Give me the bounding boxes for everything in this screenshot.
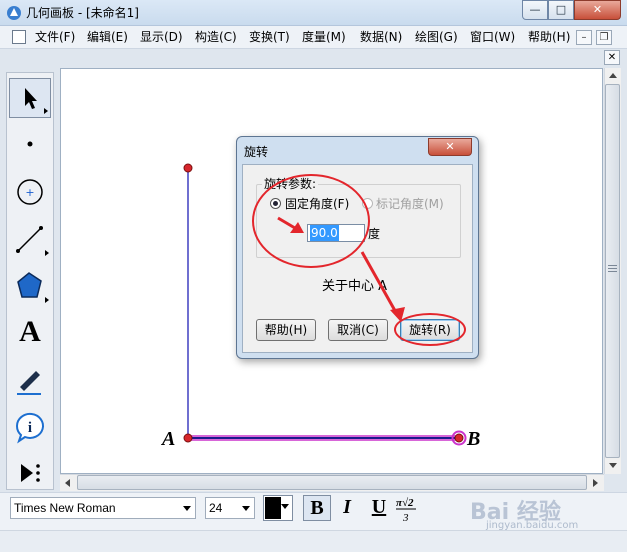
window-title: 几何画板 - [未命名1] bbox=[26, 6, 139, 20]
menu-data[interactable]: 数据(N) bbox=[360, 29, 402, 45]
horizontal-scroll-thumb[interactable] bbox=[77, 475, 587, 490]
doc-restore-button[interactable]: ❐ bbox=[596, 30, 612, 45]
minimize-button[interactable]: — bbox=[522, 0, 548, 20]
bold-button[interactable]: B bbox=[303, 495, 331, 521]
point-b-label: B bbox=[467, 428, 481, 450]
dialog-title: 旋转 bbox=[244, 145, 269, 159]
chevron-down-icon bbox=[242, 506, 250, 511]
font-size-value: 24 bbox=[209, 501, 223, 515]
menu-construct[interactable]: 构造(C) bbox=[195, 29, 237, 45]
doc-close-button[interactable]: ✕ bbox=[604, 50, 620, 65]
help-button[interactable]: 帮助(H) bbox=[256, 319, 316, 341]
font-name-select[interactable]: Times New Roman bbox=[10, 497, 196, 519]
menu-window[interactable]: 窗口(W) bbox=[470, 29, 515, 45]
doc-minimize-button[interactable]: – bbox=[576, 30, 592, 45]
scroll-up-arrow-icon[interactable] bbox=[609, 73, 617, 78]
app-icon bbox=[7, 6, 21, 20]
chevron-down-icon bbox=[281, 504, 289, 509]
status-bar bbox=[0, 530, 627, 552]
document-icon[interactable] bbox=[12, 30, 26, 44]
text-tool[interactable]: A bbox=[9, 312, 51, 352]
menu-display[interactable]: 显示(D) bbox=[140, 29, 183, 45]
segment-icon bbox=[16, 226, 43, 253]
watermark-url: jingyan.baidu.com bbox=[486, 520, 579, 531]
font-size-select[interactable]: 24 bbox=[205, 497, 255, 519]
circle-icon: + bbox=[17, 179, 43, 205]
underline-button[interactable]: U bbox=[365, 495, 393, 521]
information-tool[interactable]: i bbox=[9, 406, 51, 446]
text-color-picker[interactable] bbox=[263, 495, 293, 521]
marker-tool[interactable] bbox=[9, 360, 51, 400]
custom-tool[interactable] bbox=[9, 452, 51, 492]
scroll-left-arrow-icon[interactable] bbox=[65, 479, 70, 487]
color-swatch bbox=[265, 497, 281, 519]
menu-transform[interactable]: 变换(T) bbox=[249, 29, 290, 45]
point-tool[interactable] bbox=[9, 124, 51, 164]
svg-text:+: + bbox=[25, 186, 34, 199]
custom-tools-icon bbox=[21, 464, 40, 482]
annotation-ring-params bbox=[252, 174, 370, 268]
center-info-text: 关于中心 A bbox=[322, 279, 388, 294]
marker-pen-icon bbox=[17, 371, 41, 395]
arrow-select-tool[interactable] bbox=[9, 78, 51, 118]
chevron-down-icon bbox=[183, 506, 191, 511]
maximize-button[interactable]: □ bbox=[548, 0, 574, 20]
point-a-label: A bbox=[162, 428, 176, 450]
svg-text:i: i bbox=[28, 420, 32, 436]
scroll-down-arrow-icon[interactable] bbox=[609, 463, 617, 468]
compass-tool[interactable]: + bbox=[9, 172, 51, 212]
angle-unit-label: 度 bbox=[368, 227, 381, 241]
math-format-icon[interactable]: π√2 3 bbox=[394, 494, 420, 524]
straightedge-tool[interactable] bbox=[9, 219, 51, 259]
polygon-icon bbox=[17, 272, 42, 298]
menu-measure[interactable]: 度量(M) bbox=[302, 29, 346, 45]
font-name-value: Times New Roman bbox=[14, 501, 116, 515]
scroll-right-arrow-icon[interactable] bbox=[593, 479, 598, 487]
polygon-tool[interactable] bbox=[9, 266, 51, 306]
italic-button[interactable]: I bbox=[333, 495, 361, 521]
dialog-close-button[interactable]: ✕ bbox=[428, 138, 472, 156]
svg-text:3: 3 bbox=[402, 512, 409, 524]
radio-marked-angle-label[interactable]: 标记角度(M) bbox=[376, 196, 444, 212]
info-icon: i bbox=[15, 412, 44, 444]
menu-graph[interactable]: 绘图(G) bbox=[415, 29, 458, 45]
menu-help[interactable]: 帮助(H) bbox=[528, 29, 570, 45]
menu-edit[interactable]: 编辑(E) bbox=[87, 29, 128, 45]
annotation-ring-rotate bbox=[394, 313, 466, 346]
svg-text:π√2: π√2 bbox=[396, 497, 414, 509]
point-icon bbox=[27, 141, 33, 147]
menu-file[interactable]: 文件(F) bbox=[35, 29, 75, 45]
cancel-button[interactable]: 取消(C) bbox=[328, 319, 388, 341]
close-window-button[interactable]: ✕ bbox=[574, 0, 621, 20]
